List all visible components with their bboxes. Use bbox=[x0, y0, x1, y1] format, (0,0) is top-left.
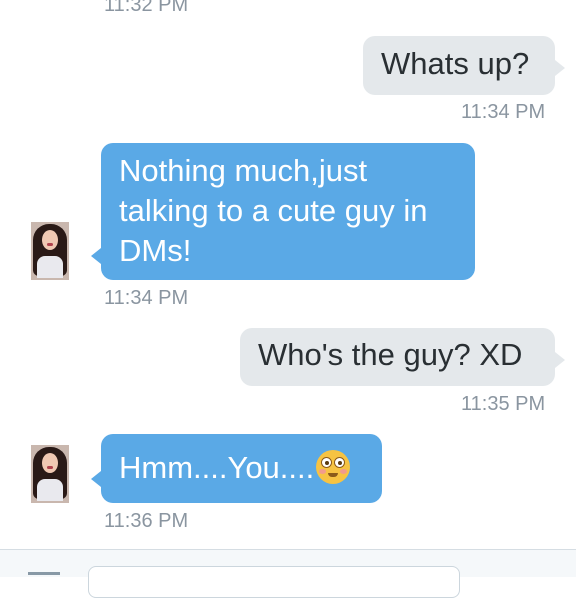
message-text: Whats up? bbox=[381, 46, 530, 81]
avatar-face bbox=[42, 453, 58, 473]
flushed-face-emoji-icon bbox=[316, 450, 351, 484]
timestamp-previous: 11:32 PM bbox=[104, 0, 189, 16]
message-text-line: talking to a cute guy in bbox=[119, 193, 428, 228]
message-timestamp: 11:36 PM bbox=[104, 510, 189, 532]
message-bubble-outgoing[interactable]: Whats up? bbox=[363, 36, 555, 95]
message-bubble-incoming[interactable]: Nothing much,just talking to a cute guy … bbox=[101, 143, 475, 280]
message-timestamp: 11:35 PM bbox=[461, 393, 546, 415]
avatar-shirt bbox=[37, 479, 63, 501]
avatar-lips bbox=[47, 243, 53, 246]
message-composer-bar bbox=[0, 549, 576, 598]
bubble-tail bbox=[555, 60, 565, 76]
emoji-cheek bbox=[319, 469, 327, 474]
message-bubble-incoming[interactable]: Hmm....You.... bbox=[101, 434, 382, 503]
sender-avatar[interactable] bbox=[31, 222, 69, 280]
emoji-mouth bbox=[328, 473, 339, 477]
message-timestamp: 11:34 PM bbox=[104, 287, 189, 309]
emoji-cheek bbox=[340, 469, 348, 474]
message-bubble-outgoing[interactable]: Who's the guy? XD bbox=[240, 328, 555, 386]
media-icon[interactable] bbox=[28, 572, 60, 575]
message-text-line: DMs! bbox=[119, 233, 192, 268]
emoji-eye bbox=[321, 457, 333, 468]
bubble-tail bbox=[91, 471, 101, 487]
sender-avatar[interactable] bbox=[31, 445, 69, 503]
avatar-face bbox=[42, 230, 58, 250]
message-text: Hmm....You.... bbox=[119, 450, 315, 485]
emoji-eye bbox=[334, 457, 346, 468]
bubble-tail bbox=[91, 248, 101, 264]
avatar-lips bbox=[47, 466, 53, 469]
avatar-shirt bbox=[37, 256, 63, 278]
message-text-line: Nothing much,just bbox=[119, 153, 368, 188]
message-text: Who's the guy? XD bbox=[258, 337, 523, 372]
bubble-tail bbox=[555, 352, 565, 368]
message-input[interactable] bbox=[88, 566, 460, 598]
message-timestamp: 11:34 PM bbox=[461, 101, 546, 123]
